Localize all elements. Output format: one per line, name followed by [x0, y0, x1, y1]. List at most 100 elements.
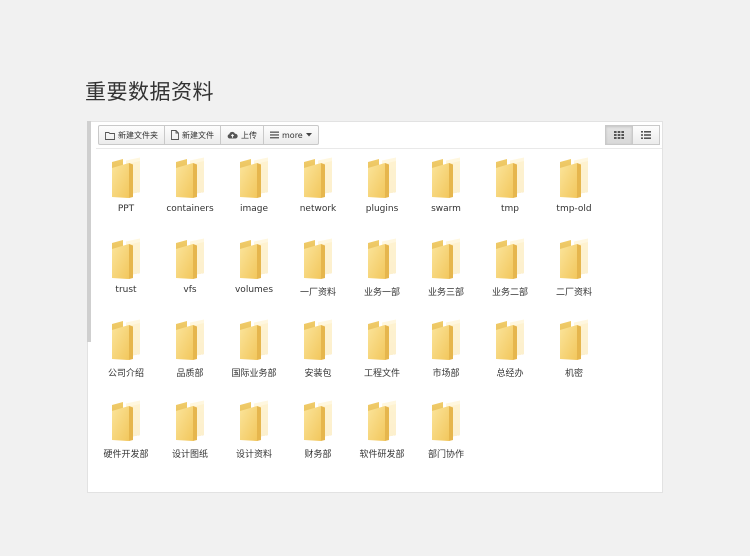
folder-label: 工程文件	[363, 369, 400, 379]
cloud-upload-icon	[227, 131, 238, 139]
folder-label: 业务三部	[427, 288, 464, 298]
folder-item[interactable]: 总经办	[478, 314, 542, 395]
folder-item[interactable]: image	[222, 152, 286, 233]
folder-label: 财务部	[304, 450, 332, 460]
folder-label: 业务二部	[491, 288, 528, 298]
page-title: 重要数据资料	[85, 80, 214, 104]
folder-icon	[240, 319, 268, 360]
toolbar-divider	[96, 148, 662, 149]
panel-left-edge	[87, 121, 91, 342]
caret-down-icon	[305, 133, 312, 137]
folder-item[interactable]: 国际业务部	[222, 314, 286, 395]
folder-icon	[496, 238, 524, 279]
list-icon	[270, 131, 279, 139]
folder-icon	[304, 400, 332, 441]
grid-view-button[interactable]	[605, 125, 633, 145]
file-browser-panel: 新建文件夹 新建文件 上传 more PPT containers image …	[87, 121, 663, 493]
folder-icon	[432, 157, 460, 198]
folder-item[interactable]: swarm	[414, 152, 478, 233]
folder-icon	[560, 319, 588, 360]
new-folder-button[interactable]: 新建文件夹	[98, 125, 165, 145]
folder-item[interactable]: 一厂资料	[286, 233, 350, 314]
folder-label: swarm	[431, 204, 461, 214]
folder-item[interactable]: 业务二部	[478, 233, 542, 314]
folder-label: containers	[166, 204, 214, 214]
folder-item[interactable]: 市场部	[414, 314, 478, 395]
more-dropdown-button[interactable]: more	[263, 125, 319, 145]
list-view-button[interactable]	[632, 125, 660, 145]
list-view-icon	[641, 131, 651, 139]
folder-item[interactable]: volumes	[222, 233, 286, 314]
folder-icon	[176, 319, 204, 360]
folder-label: 部门协作	[427, 450, 464, 460]
folder-item[interactable]: containers	[158, 152, 222, 233]
folder-icon	[368, 238, 396, 279]
folder-item[interactable]: 硬件开发部	[94, 395, 158, 476]
folder-label: 品质部	[176, 369, 204, 379]
folder-label: 硬件开发部	[103, 450, 149, 460]
folder-item[interactable]: network	[286, 152, 350, 233]
folder-label: 国际业务部	[231, 369, 277, 379]
folder-icon	[304, 319, 332, 360]
folder-outline-icon	[105, 131, 115, 140]
folder-label: 设计图纸	[171, 450, 208, 460]
folder-label: 二厂资料	[555, 288, 592, 298]
folder-label: vfs	[183, 285, 197, 295]
more-label: more	[282, 130, 303, 140]
folder-item[interactable]: plugins	[350, 152, 414, 233]
folder-icon	[560, 157, 588, 198]
folder-item[interactable]: 部门协作	[414, 395, 478, 476]
folder-item[interactable]: 业务一部	[350, 233, 414, 314]
folder-label: network	[299, 204, 337, 214]
folder-icon	[176, 157, 204, 198]
folder-item[interactable]: vfs	[158, 233, 222, 314]
new-file-button[interactable]: 新建文件	[164, 125, 221, 145]
view-switch	[605, 125, 660, 145]
folder-icon	[496, 319, 524, 360]
folder-item[interactable]: tmp	[478, 152, 542, 233]
folder-item[interactable]: 设计图纸	[158, 395, 222, 476]
folder-item[interactable]: 二厂资料	[542, 233, 606, 314]
folder-item[interactable]: 机密	[542, 314, 606, 395]
folder-icon	[432, 238, 460, 279]
folder-icon	[240, 157, 268, 198]
folder-icon	[560, 238, 588, 279]
folder-label: 总经办	[496, 369, 524, 379]
folder-icon	[112, 157, 140, 198]
folder-label: 公司介绍	[107, 369, 144, 379]
folder-item[interactable]: 安装包	[286, 314, 350, 395]
folder-item[interactable]: 软件研发部	[350, 395, 414, 476]
folder-item[interactable]: 业务三部	[414, 233, 478, 314]
folder-item[interactable]: trust	[94, 233, 158, 314]
folder-label: 一厂资料	[299, 288, 336, 298]
folder-item[interactable]: 设计资料	[222, 395, 286, 476]
folder-icon	[432, 319, 460, 360]
folder-icon	[240, 238, 268, 279]
folder-label: 安装包	[304, 369, 332, 379]
folder-icon	[432, 400, 460, 441]
folder-label: 设计资料	[235, 450, 272, 460]
folder-label: trust	[115, 285, 137, 295]
new-file-label: 新建文件	[182, 130, 214, 140]
folder-label: plugins	[365, 204, 399, 214]
upload-button[interactable]: 上传	[220, 125, 264, 145]
folder-item[interactable]: 品质部	[158, 314, 222, 395]
folder-item[interactable]: tmp-old	[542, 152, 606, 233]
folder-grid: PPT containers image network plugins swa…	[94, 152, 614, 476]
folder-item[interactable]: 公司介绍	[94, 314, 158, 395]
folder-item[interactable]: 财务部	[286, 395, 350, 476]
toolbar: 新建文件夹 新建文件 上传 more	[98, 125, 319, 145]
folder-item[interactable]: PPT	[94, 152, 158, 233]
upload-label: 上传	[241, 130, 257, 140]
folder-label: 业务一部	[363, 288, 400, 298]
folder-icon	[240, 400, 268, 441]
folder-label: volumes	[234, 285, 274, 295]
file-outline-icon	[171, 130, 179, 140]
folder-label: 软件研发部	[359, 450, 405, 460]
folder-icon	[368, 157, 396, 198]
folder-label: 机密	[564, 369, 583, 379]
folder-icon	[368, 400, 396, 441]
folder-item[interactable]: 工程文件	[350, 314, 414, 395]
folder-label: tmp	[500, 204, 519, 214]
folder-label: PPT	[117, 204, 135, 214]
